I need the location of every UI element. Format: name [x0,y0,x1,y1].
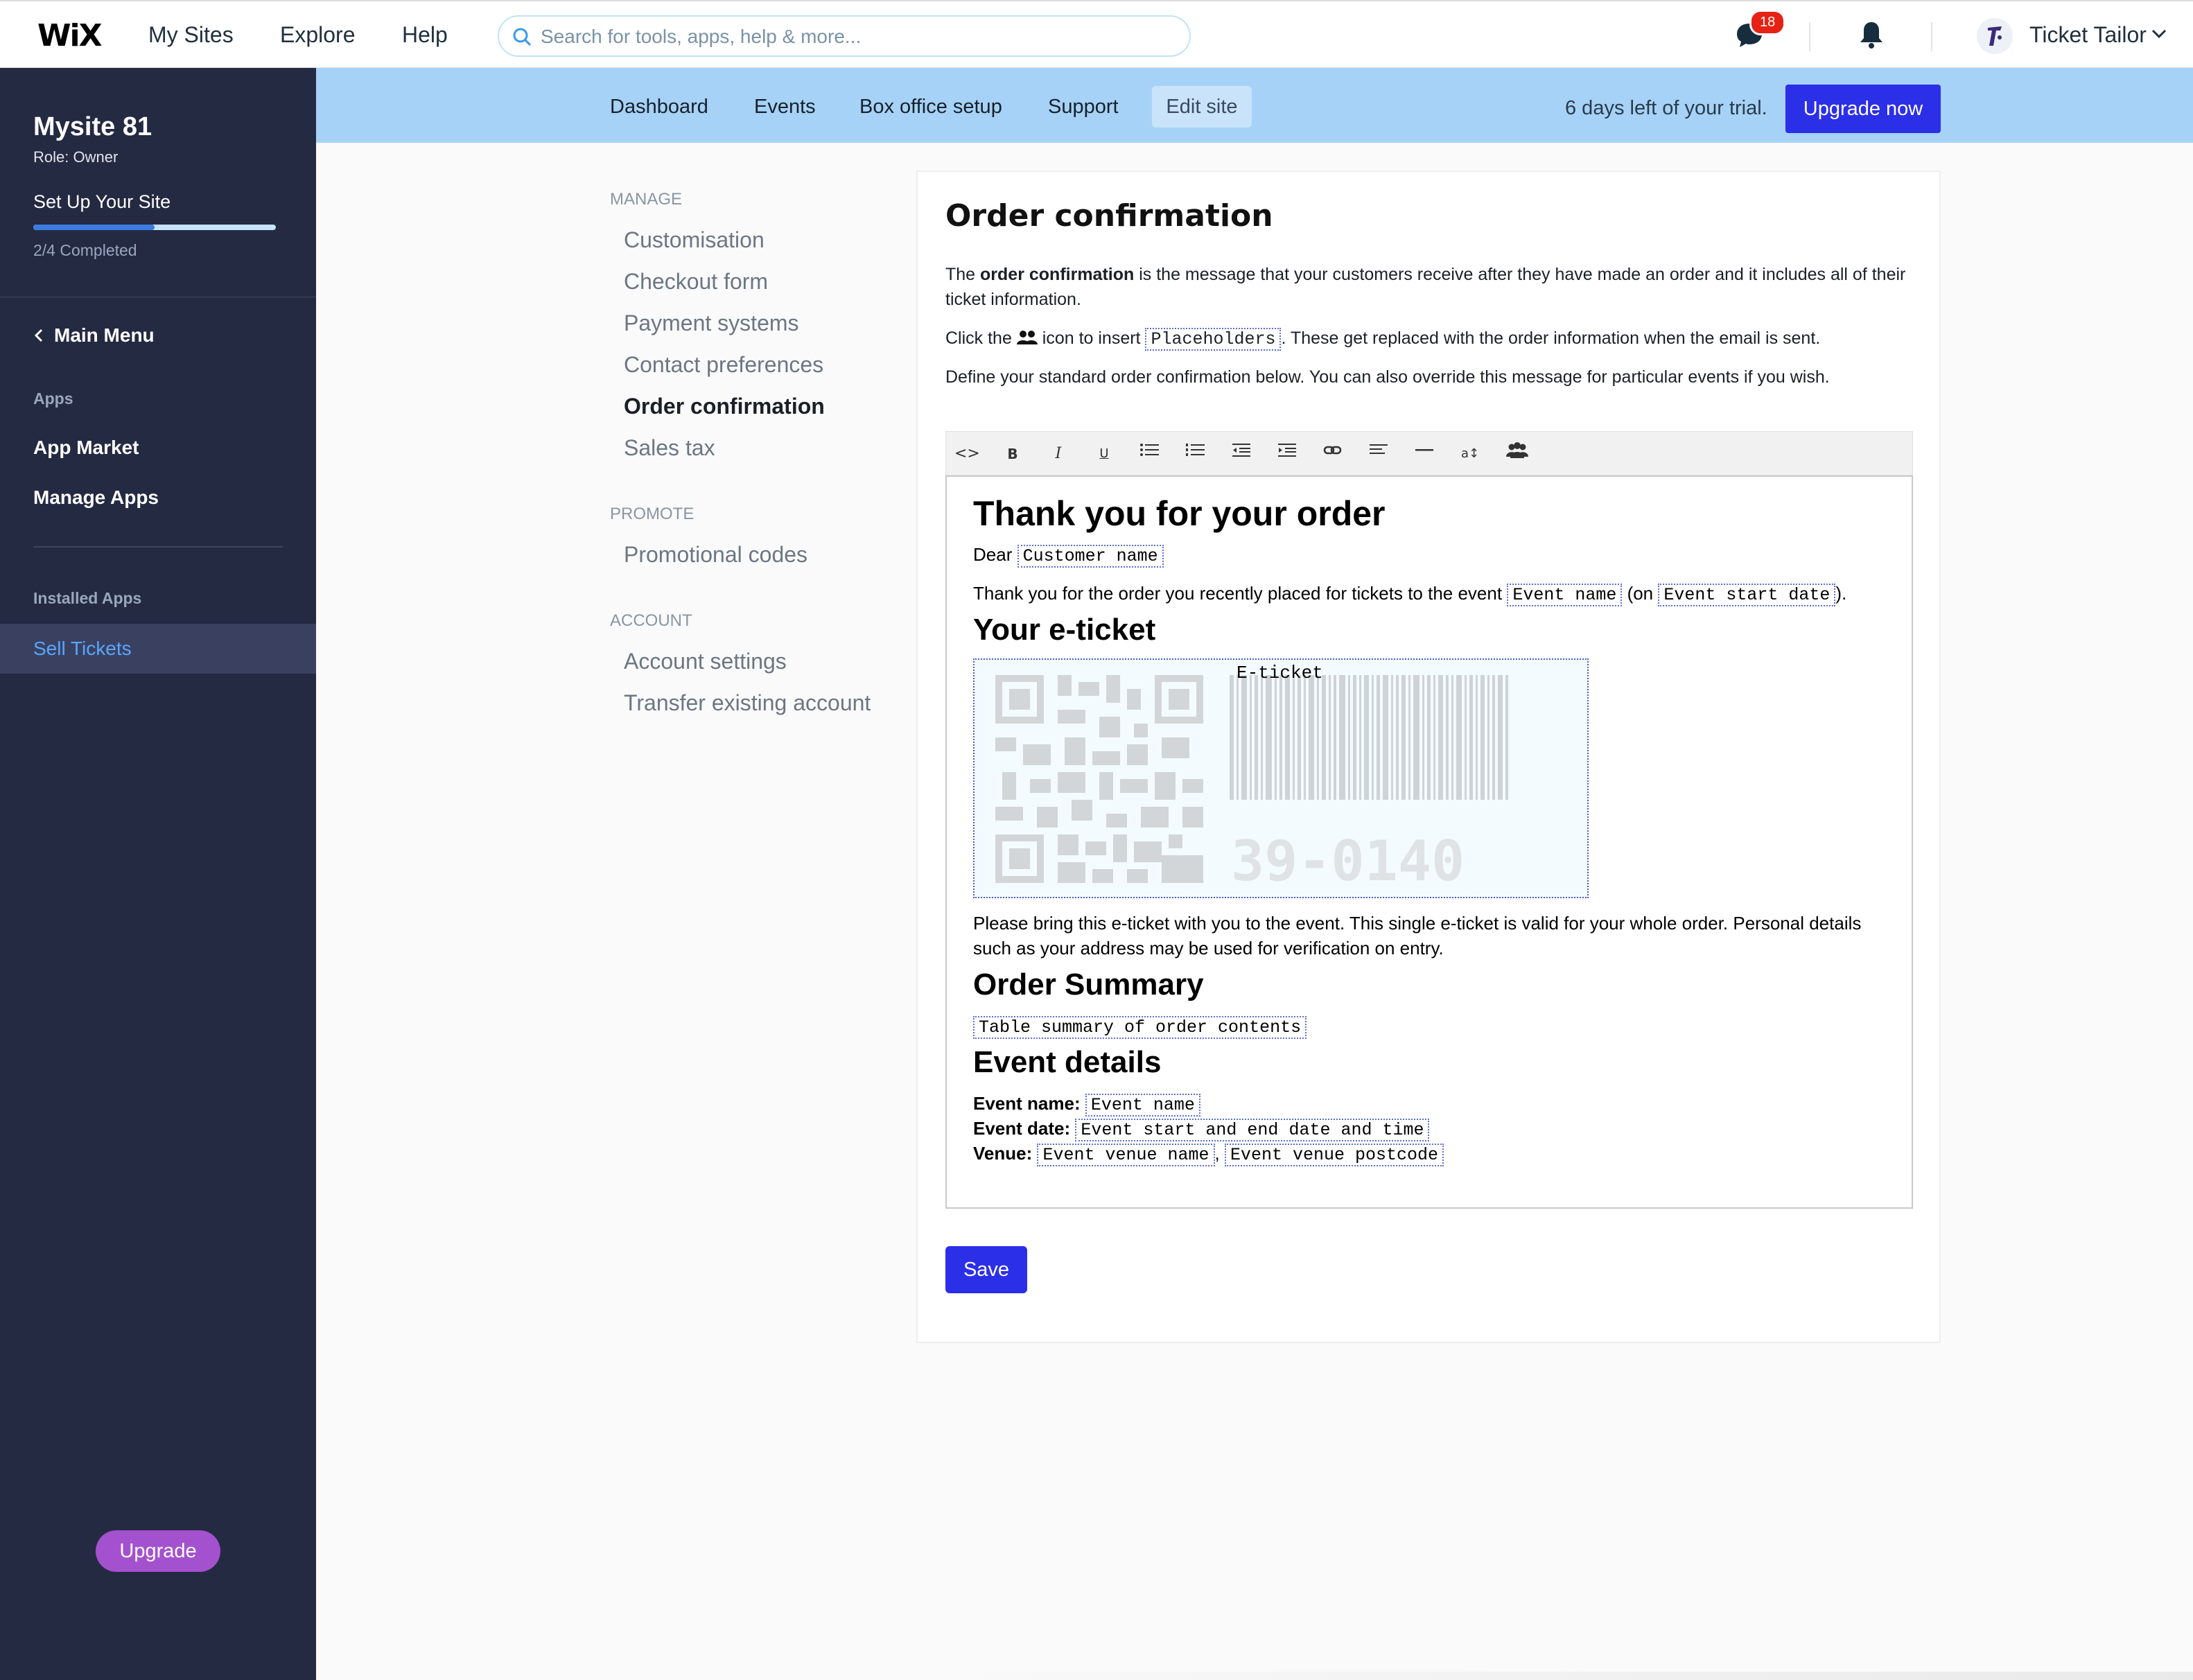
eticket-number: 39-0140 [1231,829,1465,893]
menu-item-sales-tax[interactable]: Sales tax [624,435,715,461]
notifications-badge: 18 [1749,10,1786,35]
eticket-heading: Your e-ticket [973,613,1156,647]
placeholders-chip: Placeholders [1145,328,1282,351]
event-details-heading: Event details [973,1045,1162,1079]
placeholder-instructions: Click the icon to insert Placeholders. T… [945,328,1821,351]
menu-item-contact-preferences[interactable]: Contact preferences [624,352,823,378]
divider [1809,22,1810,51]
tab-events[interactable]: Events [754,96,816,119]
manage-heading: MANAGE [610,190,683,209]
divider [1931,22,1932,51]
event-name-line: Event name: Event name [973,1091,1200,1118]
tab-box-office-setup[interactable]: Box office setup [859,96,1002,119]
placeholder-venue-name[interactable]: Event venue name [1037,1144,1215,1166]
thanks-text: Thank you for the order you recently pla… [973,583,1847,606]
site-name: Mysite 81 [33,112,152,141]
insert-placeholder-icon[interactable] [1505,441,1530,466]
underline-icon[interactable]: U [1092,441,1117,466]
bullet-list-icon[interactable] [1137,441,1162,466]
apps-heading: Apps [33,390,73,408]
setup-progress-bar [33,225,276,230]
link-icon[interactable] [1320,441,1345,466]
menu-item-account-settings[interactable]: Account settings [624,649,787,674]
intro-text: The order confirmation is the message th… [945,265,1906,309]
define-text: Define your standard order confirmation … [945,367,1830,387]
align-left-icon[interactable] [1366,441,1391,466]
main-menu-label: Main Menu [54,324,155,346]
installed-apps-heading: Installed Apps [33,589,142,607]
menu-item-payment-systems[interactable]: Payment systems [624,310,799,336]
placeholder-event-name[interactable]: Event name [1507,584,1623,606]
trial-text: 6 days left of your trial. [1565,97,1767,119]
qr-code-icon [995,675,1203,883]
setup-progress-fill [33,225,155,230]
eticket-label: E-ticket [1237,663,1323,683]
eticket-info: Please bring this e-ticket with you to t… [973,913,1862,959]
editor-toolbar: <> B I U a↕ [945,431,1913,475]
numbered-list-icon[interactable] [1183,441,1208,466]
wix-logo[interactable]: WiX [37,18,103,53]
chevron-down-icon[interactable] [2151,29,2167,39]
menu-item-customisation[interactable]: Customisation [624,227,765,253]
account-heading: ACCOUNT [610,611,692,630]
italic-icon[interactable]: I [1046,441,1071,466]
font-size-icon[interactable]: a↕ [1458,441,1483,466]
nav-my-sites[interactable]: My Sites [148,22,234,48]
wix-top-bar: WiX My Sites Explore Help Search for too… [0,0,2193,68]
sidebar-item-label: Sell Tickets [33,638,132,659]
tab-support[interactable]: Support [1048,96,1119,119]
summary-line: Table summary of order contents [973,1013,1307,1040]
placeholder-event-name-detail[interactable]: Event name [1085,1094,1200,1117]
sidebar-item-app-market[interactable]: App Market [33,437,139,459]
upgrade-now-button[interactable]: Upgrade now [1785,85,1941,133]
placeholder-table-summary[interactable]: Table summary of order contents [973,1016,1307,1039]
chevron-left-icon [34,329,43,342]
placeholder-venue-postcode[interactable]: Event venue postcode [1225,1144,1444,1166]
tab-edit-site[interactable]: Edit site [1152,86,1252,128]
menu-item-promotional-codes[interactable]: Promotional codes [624,542,807,568]
event-date-line: Event date: Event start and end date and… [973,1116,1430,1143]
avatar[interactable] [1977,18,2013,54]
email-heading: Thank you for your order [973,494,1386,533]
search-input[interactable]: Search for tools, apps, help & more... [498,15,1191,57]
placeholder-customer-name[interactable]: Customer name [1017,545,1164,568]
nav-explore[interactable]: Explore [280,22,356,48]
venue-line: Venue: Event venue name, Event venue pos… [973,1141,1444,1168]
bold-icon[interactable]: B [1000,441,1025,466]
horizontal-rule-icon[interactable] [1412,441,1437,466]
user-name[interactable]: Ticket Tailor [2029,22,2147,48]
menu-item-order-confirmation[interactable]: Order confirmation [624,394,825,419]
menu-item-transfer-account[interactable]: Transfer existing account [624,690,871,716]
site-role: Role: Owner [33,148,119,166]
placeholder-event-start-date[interactable]: Event start date [1658,584,1836,606]
code-view-icon[interactable]: <> [954,441,980,466]
menu-item-checkout-form[interactable]: Checkout form [624,269,768,295]
indent-icon[interactable] [1275,441,1300,466]
page-shadow [929,1672,2193,1680]
outdent-icon[interactable] [1229,441,1254,466]
divider [33,546,283,548]
upgrade-button[interactable]: Upgrade [96,1530,220,1572]
greeting: Dear Customer name [973,542,1164,569]
sidebar-item-manage-apps[interactable]: Manage Apps [33,487,159,509]
sidebar-item-sell-tickets[interactable]: Sell Tickets [0,624,316,674]
save-button[interactable]: Save [945,1246,1027,1293]
sidebar: Mysite 81 Role: Owner Set Up Your Site 2… [0,68,316,1680]
placeholder-event-dates[interactable]: Event start and end date and time [1075,1119,1430,1141]
bell-icon[interactable] [1858,19,1885,50]
users-icon [1016,331,1038,344]
main-menu-link[interactable]: Main Menu [33,324,155,347]
barcode-icon [1230,675,1508,800]
order-summary-heading: Order Summary [973,968,1204,1001]
nav-help[interactable]: Help [402,22,448,48]
page-title: Order confirmation [945,198,1273,234]
promote-heading: PROMOTE [610,505,694,523]
search-icon [513,28,532,46]
setup-link[interactable]: Set Up Your Site [33,191,171,213]
tab-dashboard[interactable]: Dashboard [610,96,708,119]
setup-completed-text: 2/4 Completed [33,241,137,259]
search-placeholder: Search for tools, apps, help & more... [541,26,862,47]
ticket-tailor-logo-icon [1988,26,2002,46]
